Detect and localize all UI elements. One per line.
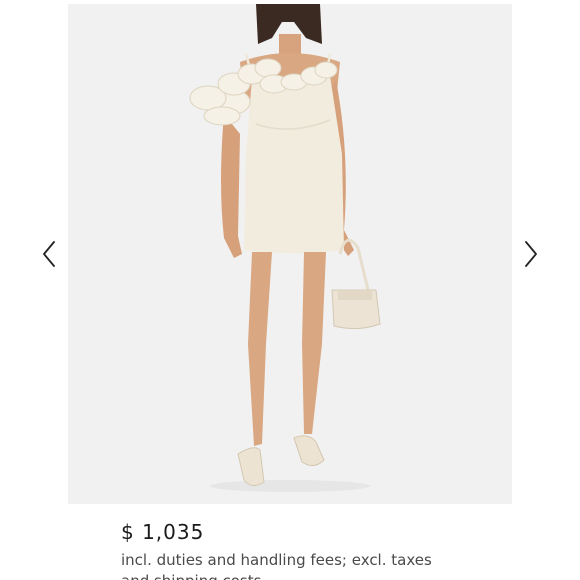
product-gallery bbox=[0, 0, 580, 505]
chevron-right-icon bbox=[525, 241, 537, 267]
chevron-left-icon bbox=[43, 241, 55, 267]
price-note: incl. duties and handling fees; excl. ta… bbox=[121, 551, 432, 580]
product-price: $ 1,035 bbox=[121, 520, 205, 544]
gallery-prev-button[interactable] bbox=[36, 236, 62, 272]
gallery-next-button[interactable] bbox=[518, 236, 544, 272]
product-page: $ 1,035 incl. duties and handling fees; … bbox=[0, 0, 580, 580]
price-block: $ 1,035 incl. duties and handling fees; … bbox=[121, 519, 561, 580]
product-image[interactable] bbox=[68, 4, 512, 504]
